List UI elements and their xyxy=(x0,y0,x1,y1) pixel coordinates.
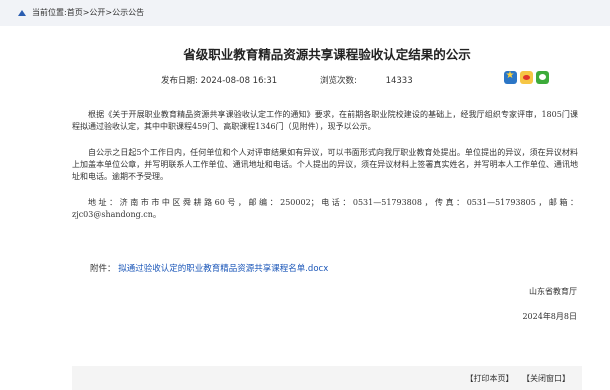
publish-date: 发布日期: 2024-08-08 16:31 xyxy=(161,74,277,86)
signature-org: 山东省教育厅 xyxy=(529,287,577,296)
attachment-link[interactable]: 拟通过验收认定的职业教育精品资源共享课程名单.docx xyxy=(118,264,328,274)
print-page-button[interactable]: 【打印本页】 xyxy=(465,374,513,383)
article-paragraph: 根据《关于开展职业教育精品资源共享课验收认定工作的通知》要求，在前期各职业院校建… xyxy=(72,110,578,131)
close-window-button[interactable]: 【关闭窗口】 xyxy=(522,374,570,383)
footer-bar: 【打印本页】 【关闭窗口】 xyxy=(72,366,582,390)
footer-links: 【打印本页】 【关闭窗口】 xyxy=(459,373,570,384)
publish-date-label: 发布日期: xyxy=(161,76,198,86)
star-share-icon[interactable] xyxy=(504,70,517,84)
breadcrumb-separator: > xyxy=(82,8,90,17)
wechat-share-icon[interactable] xyxy=(536,71,549,84)
breadcrumb-bar: 当前位置: 首页 > 公开 > 公示公告 xyxy=(0,0,610,26)
breadcrumb-notices[interactable]: 公示公告 xyxy=(112,7,144,18)
attachment: 附件： 拟通过验收认定的职业教育精品资源共享课程名单.docx xyxy=(90,262,328,274)
article-title: 省级职业教育精品资源共享课程验收认定结果的公示 xyxy=(183,47,471,62)
breadcrumb-separator: > xyxy=(105,8,113,17)
article-container: 省级职业教育精品资源共享课程验收认定结果的公示 发布日期: 2024-08-08… xyxy=(72,26,582,390)
breadcrumb-home[interactable]: 首页 xyxy=(67,7,83,18)
contact-paragraph: 地址：济南市市中区舜耕路60号，邮编：250002；电话：0531—517938… xyxy=(72,198,578,219)
breadcrumb-prefix: 当前位置: xyxy=(32,8,67,17)
share-buttons xyxy=(504,70,549,84)
attachment-label: 附件： xyxy=(90,264,116,274)
location-icon xyxy=(18,9,26,16)
weibo-share-icon[interactable] xyxy=(520,71,533,84)
signature-date: 2024年8月8日 xyxy=(522,312,577,321)
visit-count: 浏览次数: 14333 xyxy=(320,74,413,86)
breadcrumb: 当前位置: 首页 > 公开 > 公示公告 xyxy=(18,7,144,18)
publish-date-value: 2024-08-08 16:31 xyxy=(200,76,278,86)
article-paragraph: 自公示之日起5个工作日内，任何单位和个人对评审结果如有异议，可以书面形式向我厅职… xyxy=(72,148,578,181)
breadcrumb-public[interactable]: 公开 xyxy=(89,7,105,18)
visit-count-label: 浏览次数: xyxy=(320,76,357,86)
visit-count-value: 14333 xyxy=(385,76,413,86)
